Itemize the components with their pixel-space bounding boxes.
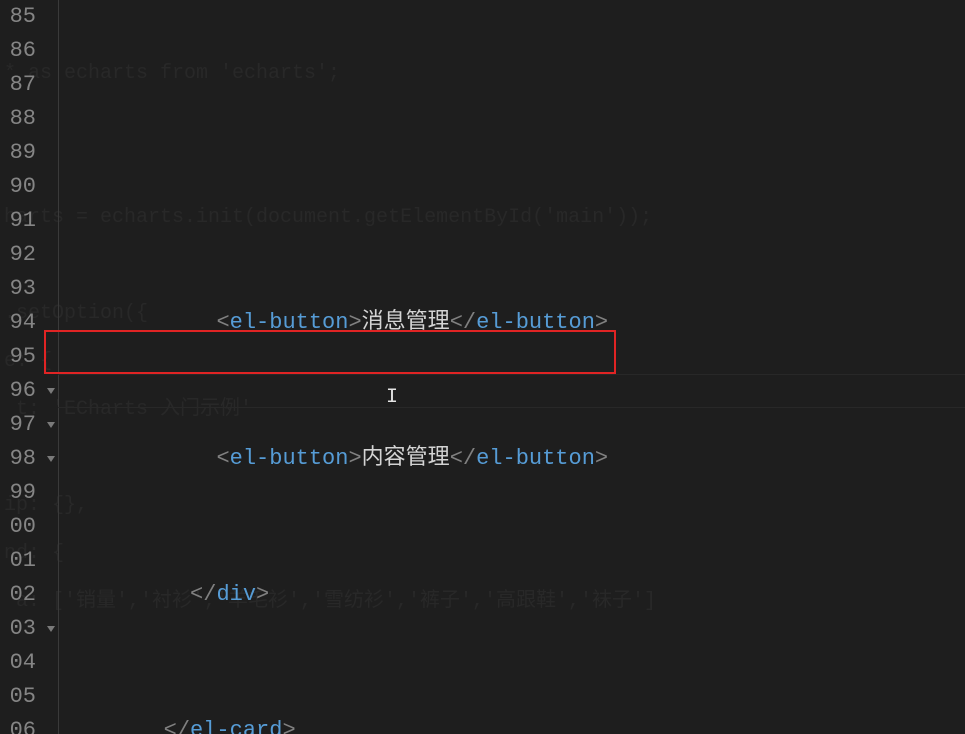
line-number: 85 bbox=[0, 0, 36, 34]
line-number: 04 bbox=[0, 646, 36, 680]
line-number: 05 bbox=[0, 680, 36, 714]
line-number: 03 bbox=[0, 612, 36, 646]
line-number: 02 bbox=[0, 578, 36, 612]
line-number: 99 bbox=[0, 476, 36, 510]
line-number: 87 bbox=[0, 68, 36, 102]
fold-marker-icon[interactable] bbox=[47, 408, 55, 442]
fold-marker-icon[interactable] bbox=[47, 442, 55, 476]
tag-el-button: el-button bbox=[230, 446, 349, 471]
line-number: 91 bbox=[0, 204, 36, 238]
line-number: 90 bbox=[0, 170, 36, 204]
tag-div: div bbox=[216, 582, 256, 607]
line-number: 86 bbox=[0, 34, 36, 68]
line-number: 89 bbox=[0, 136, 36, 170]
line-number: 06 bbox=[0, 714, 36, 734]
line-number: 01 bbox=[0, 544, 36, 578]
line-number: 93 bbox=[0, 272, 36, 306]
fold-marker-icon[interactable] bbox=[47, 612, 55, 646]
line-number: 97 bbox=[0, 408, 36, 442]
line-number: 92 bbox=[0, 238, 36, 272]
fold-column[interactable] bbox=[44, 0, 58, 734]
text-cursor-icon: I bbox=[386, 381, 398, 401]
fold-marker-icon[interactable] bbox=[47, 374, 55, 408]
line-number: 96 bbox=[0, 374, 36, 408]
active-line-highlight bbox=[58, 374, 965, 408]
line-number-gutter: 85 86 87 88 89 90 91 92 93 94 95 96 97 9… bbox=[0, 0, 44, 734]
line-number: 95 bbox=[0, 340, 36, 374]
line-number: 94 bbox=[0, 306, 36, 340]
code-editor[interactable]: 85 86 87 88 89 90 91 92 93 94 95 96 97 9… bbox=[0, 0, 965, 734]
code-area[interactable]: <el-button>消息管理</el-button> <el-button>内… bbox=[58, 0, 965, 734]
line-number: 98 bbox=[0, 442, 36, 476]
text-node: 内容管理 bbox=[362, 446, 450, 471]
line-number: 88 bbox=[0, 102, 36, 136]
line-number: 00 bbox=[0, 510, 36, 544]
tag-el-card: el-card bbox=[190, 718, 282, 734]
tag-el-button: el-button bbox=[230, 310, 349, 335]
text-node: 消息管理 bbox=[362, 310, 450, 335]
